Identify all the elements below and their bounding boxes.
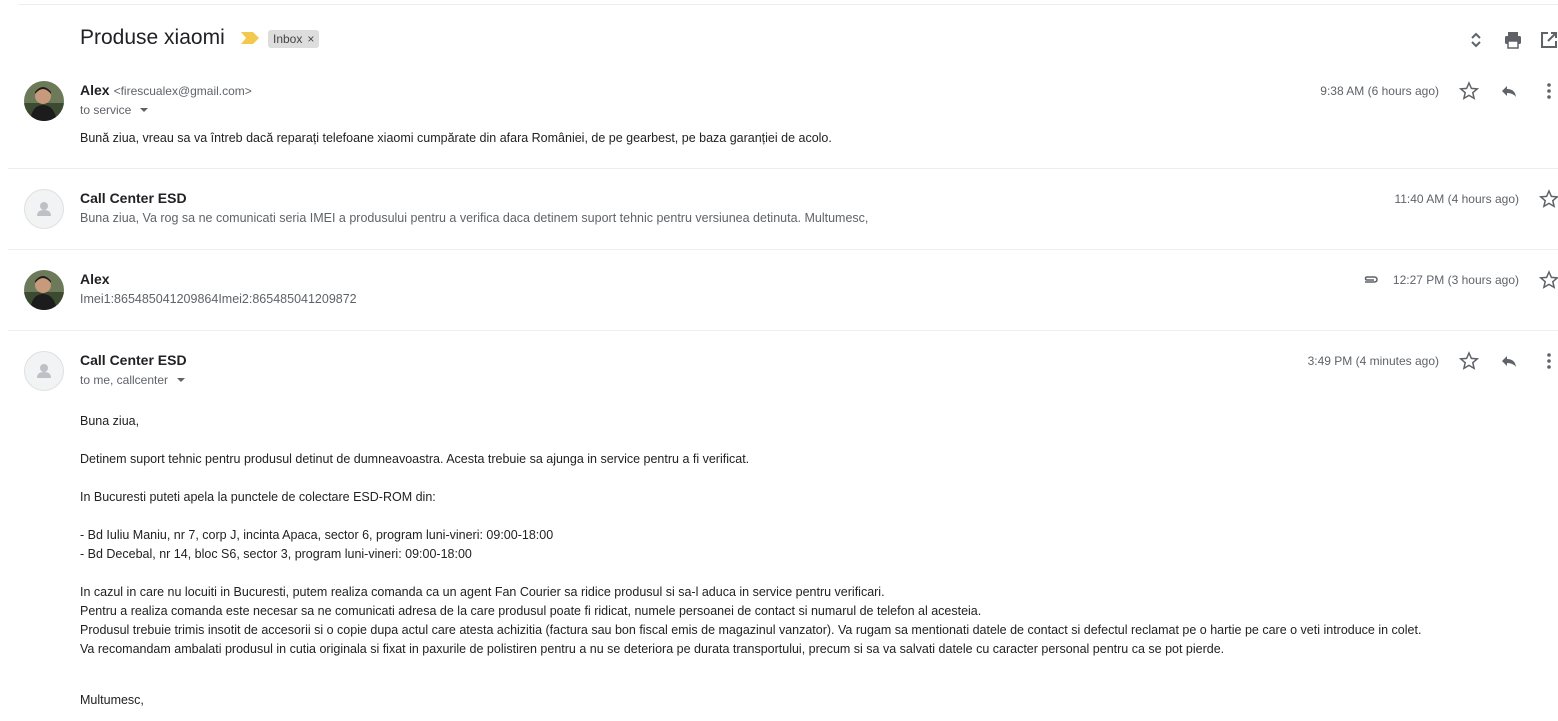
- message-1-recipients[interactable]: to service: [80, 103, 149, 117]
- body-line: Produsul trebuie trimis insotit de acces…: [80, 623, 1422, 637]
- sender-avatar-alex[interactable]: [24, 81, 64, 121]
- sender-avatar-callcenter[interactable]: [24, 351, 64, 391]
- sender-avatar-alex[interactable]: [24, 270, 64, 310]
- print-icon[interactable]: [1503, 30, 1523, 50]
- sender-email: <firescualex@gmail.com>: [113, 84, 252, 98]
- reply-icon[interactable]: [1499, 351, 1519, 371]
- thread-subject: Produse xiaomi: [80, 26, 225, 49]
- expand-collapse-icon[interactable]: [1466, 30, 1486, 50]
- remove-label-icon[interactable]: ×: [307, 30, 314, 48]
- star-icon[interactable]: [1539, 270, 1558, 290]
- message-divider: [8, 249, 1558, 250]
- body-line: Va recomandam ambalati produsul in cutia…: [80, 642, 1225, 656]
- message-1-time: 9:38 AM (6 hours ago): [1320, 84, 1439, 98]
- message-1-body: Bună ziua, vreau sa va întreb dacă repar…: [80, 131, 832, 145]
- message-3-sender: Alex: [80, 271, 110, 287]
- recipients-text: to service: [80, 103, 132, 117]
- message-1-sender: Alex <firescualex@gmail.com>: [80, 82, 252, 98]
- message-2-sender: Call Center ESD: [80, 190, 187, 206]
- sender-name: Alex: [80, 82, 110, 98]
- message-4-time: 3:49 PM (4 minutes ago): [1307, 354, 1439, 368]
- sender-avatar-callcenter[interactable]: [24, 189, 64, 229]
- message-3-snippet[interactable]: Imei1:865485041209864Imei2:8654850412098…: [80, 292, 357, 306]
- body-line: Pentru a realiza comanda este necesar sa…: [80, 604, 982, 618]
- message-2-time: 11:40 AM (4 hours ago): [1394, 192, 1519, 206]
- attachment-icon: [1364, 276, 1378, 283]
- important-marker-icon[interactable]: [241, 32, 259, 44]
- inbox-label-text: Inbox: [273, 32, 303, 46]
- body-line: Buna ziua,: [80, 414, 140, 428]
- body-line: In Bucuresti puteti apela la punctele de…: [80, 490, 436, 504]
- more-options-icon[interactable]: [1539, 351, 1558, 371]
- chevron-down-icon[interactable]: [140, 108, 149, 112]
- inbox-label-chip: Inbox ×: [268, 30, 320, 48]
- top-divider: [18, 4, 1558, 5]
- message-3-time: 12:27 PM (3 hours ago): [1392, 273, 1519, 287]
- reply-icon[interactable]: [1499, 81, 1519, 101]
- message-4-recipients[interactable]: to me, callcenter: [80, 373, 186, 387]
- recipients-text: to me, callcenter: [80, 373, 169, 387]
- message-4-sender: Call Center ESD: [80, 352, 187, 368]
- star-icon[interactable]: [1459, 351, 1479, 371]
- body-line: - Bd Decebal, nr 14, bloc S6, sector 3, …: [80, 547, 472, 561]
- message-divider: [8, 168, 1558, 169]
- chevron-down-icon[interactable]: [177, 378, 186, 382]
- star-icon[interactable]: [1539, 189, 1558, 209]
- body-line: Multumesc,: [80, 693, 144, 707]
- message-divider: [8, 330, 1558, 331]
- default-avatar-icon: [37, 202, 51, 216]
- message-2-snippet[interactable]: Buna ziua, Va rog sa ne comunicati seria…: [80, 211, 868, 225]
- star-icon[interactable]: [1459, 81, 1479, 101]
- body-line: Detinem suport tehnic pentru produsul de…: [80, 452, 750, 466]
- body-line: In cazul in care nu locuiti in Bucuresti…: [80, 585, 885, 599]
- default-avatar-icon: [37, 364, 51, 378]
- open-in-new-window-icon[interactable]: [1539, 30, 1558, 50]
- body-line: - Bd Iuliu Maniu, nr 7, corp J, incinta …: [80, 528, 554, 542]
- more-options-icon[interactable]: [1539, 81, 1558, 101]
